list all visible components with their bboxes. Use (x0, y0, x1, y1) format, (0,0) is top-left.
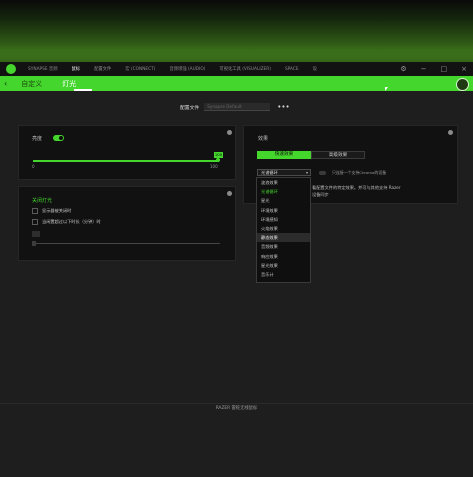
active-tab-indicator (74, 89, 92, 91)
nav-tab-customize[interactable]: 自定义 (21, 79, 42, 89)
effect-select-value: 光谱循环 (261, 170, 278, 175)
app-tab-settings[interactable]: 设 (313, 66, 317, 72)
chroma-hint-text: 只连接一个支持Chroma的设备 (332, 170, 387, 175)
switch-off-title: 关闭灯光 (32, 198, 53, 204)
switch-off-panel: 关闭灯光 显示器被关闭时 当闲置超过以下时长（分钟）时 (18, 186, 236, 261)
footer-device-name: RAZER 雷蛇无线鼠标 (215, 406, 258, 411)
app-tab-synapse[interactable]: SYNAPSE 音频 (28, 66, 58, 72)
avatar[interactable] (456, 78, 469, 91)
brightness-toggle[interactable] (53, 135, 64, 141)
nav-tab-lighting[interactable]: 灯光 (62, 79, 76, 89)
settings-icon[interactable]: ⚙ (400, 64, 406, 74)
idle-minutes-input[interactable] (32, 231, 40, 237)
brightness-title: 亮度 (32, 136, 43, 142)
effect-dropdown-list: 波浪效果 光谱循环 星光 环境效果 环境感知 火焰效果 静态效果 音频效果 响应… (256, 177, 311, 283)
app-tab-profiles[interactable]: 配置文件 (94, 66, 111, 72)
mouse-cursor-icon (385, 87, 388, 91)
idle-checkbox[interactable] (32, 219, 38, 225)
profile-label: 配置文件 (180, 105, 200, 111)
app-tab-space[interactable]: SPACE (285, 67, 299, 72)
brightness-min-label: 0 (32, 164, 35, 169)
footer-divider (0, 403, 473, 404)
chroma-link-toggle[interactable] (319, 171, 326, 175)
effects-title: 效果 (258, 136, 269, 142)
app-tab-connect[interactable]: 宏 (CONNECT) (125, 66, 155, 72)
display-off-label: 显示器被关闭时 (42, 208, 72, 213)
close-icon[interactable]: × (461, 64, 467, 74)
window-controls: ⚙ − □ × (400, 64, 467, 74)
dropdown-item-starlight[interactable]: 星光 (257, 196, 310, 205)
dropdown-item-audio-meter[interactable]: 音乐计 (257, 270, 310, 279)
profile-select[interactable]: Synapse Default (204, 103, 271, 111)
idle-label: 当闲置超过以下时长（分钟）时 (42, 219, 101, 224)
chevron-down-icon: ▾ (305, 170, 308, 175)
info-icon[interactable] (448, 130, 453, 135)
profile-row: 配置文件 Synapse Default ••• (180, 103, 290, 111)
effect-select[interactable]: 光谱循环 ▾ (257, 169, 311, 176)
razer-logo-icon (6, 64, 16, 74)
profile-more-button[interactable]: ••• (277, 103, 289, 111)
dropdown-item-ambient[interactable]: 环境效果 (257, 206, 310, 215)
maximize-icon[interactable]: □ (441, 64, 448, 74)
app-tab-audio[interactable]: 音频增强 (AUDIO) (169, 66, 205, 72)
info-icon[interactable] (227, 191, 232, 196)
brightness-slider-track[interactable] (33, 160, 219, 162)
title-bar: SYNAPSE 音频 鼠标 配置文件 宏 (CONNECT) 音频增强 (AUD… (0, 62, 473, 76)
brightness-max-label: 100 (210, 164, 218, 169)
brightness-panel: 亮度 100 0 100 (18, 125, 236, 180)
tab-quick-effects[interactable]: 快速效果 (257, 151, 311, 159)
dropdown-item-starlight-effect[interactable]: 星光效果 (257, 261, 310, 270)
dropdown-item-wave[interactable]: 波浪效果 (257, 178, 310, 187)
dropdown-item-reactive[interactable]: 响应效果 (257, 252, 310, 261)
app-tab-visualizer[interactable]: 可视化工具 (VISUALIZER) (219, 66, 271, 72)
app-tab-mouse[interactable]: 鼠标 (72, 66, 81, 72)
nav-bar: ‹ 自定义 灯光 (0, 76, 473, 91)
back-arrow-icon[interactable]: ‹ (4, 79, 7, 88)
info-icon[interactable] (227, 130, 232, 135)
idle-slider-track[interactable] (32, 243, 220, 244)
effects-description-line1: 看配置文件的特定效果。并可与其他支持 Razer (312, 185, 401, 190)
top-glow-banner (0, 0, 473, 62)
display-off-checkbox[interactable] (32, 208, 38, 214)
dropdown-item-audio[interactable]: 音频效果 (257, 242, 310, 251)
dropdown-item-fire[interactable]: 火焰效果 (257, 224, 310, 233)
dropdown-item-spectrum[interactable]: 光谱循环 (257, 187, 310, 196)
effects-description-line2: 设备同步 (312, 192, 329, 197)
dropdown-item-ambient-aware[interactable]: 环境感知 (257, 215, 310, 224)
minimize-icon[interactable]: − (421, 64, 427, 74)
idle-slider-thumb[interactable] (32, 241, 36, 246)
tab-advanced-effects[interactable]: 高级效果 (311, 151, 365, 159)
dropdown-item-static[interactable]: 静态效果 (257, 233, 310, 243)
brightness-slider-thumb[interactable] (216, 158, 220, 162)
